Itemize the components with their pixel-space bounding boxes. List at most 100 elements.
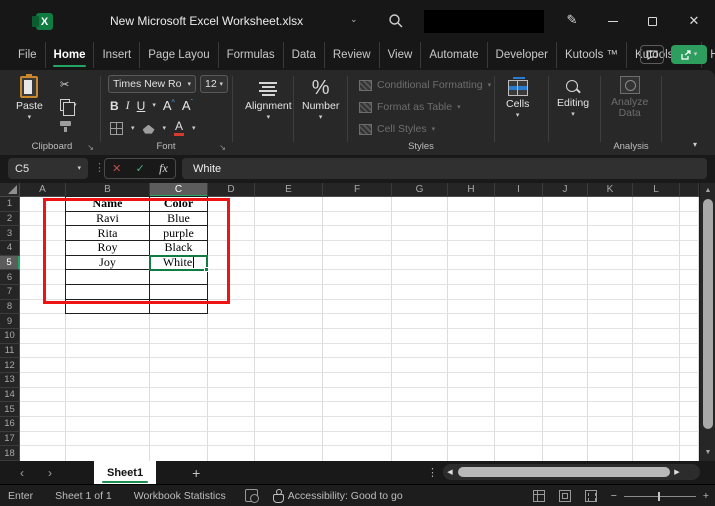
row-header-6[interactable]: 6 (0, 270, 20, 285)
table-cell[interactable]: Joy (66, 255, 150, 271)
row-header-14[interactable]: 14 (0, 387, 20, 403)
row-header-9[interactable]: 9 (0, 314, 20, 329)
menu-tab-formulas[interactable]: Formulas (219, 42, 284, 68)
scroll-right-icon[interactable]: ▶ (670, 468, 684, 476)
menu-tab-view[interactable]: View (380, 42, 422, 68)
table-cell[interactable]: Rita (66, 226, 150, 241)
row-header-11[interactable]: 11 (0, 343, 20, 359)
pen-icon[interactable]: ✎ (563, 12, 581, 30)
zoom-slider[interactable] (623, 491, 696, 501)
name-box[interactable]: C5 ▾ (8, 158, 88, 179)
table-cell[interactable]: Black (150, 240, 208, 256)
increase-font-button[interactable]: A^ (163, 98, 175, 113)
column-header-a[interactable]: A (20, 183, 66, 197)
fill-color-icon[interactable] (142, 124, 155, 134)
ribbon-collapse-chevron[interactable]: ▾ (693, 140, 697, 149)
underline-button[interactable]: U (137, 99, 146, 113)
alignment-button[interactable]: Alignment ▾ (245, 80, 292, 121)
row-header-3[interactable]: 3 (0, 226, 20, 241)
borders-icon[interactable] (110, 121, 123, 135)
analyze-data-button[interactable]: Analyze Data (611, 76, 648, 119)
sheet-tab-sheet1[interactable]: Sheet1 (94, 461, 157, 484)
row-header-16[interactable]: 16 (0, 417, 20, 432)
row-header-2[interactable]: 2 (0, 211, 20, 227)
row-header-17[interactable]: 17 (0, 431, 20, 447)
editing-button[interactable]: Editing ▾ (557, 79, 589, 118)
horizontal-scroll-thumb[interactable] (458, 467, 670, 477)
table-cell[interactable] (66, 299, 150, 315)
page-break-view-icon[interactable] (584, 490, 597, 502)
menu-tab-automate[interactable]: Automate (421, 42, 488, 68)
search-icon[interactable] (388, 13, 404, 29)
row-header-13[interactable]: 13 (0, 373, 20, 388)
column-header-c[interactable]: C (150, 183, 208, 197)
maximize-button[interactable] (634, 0, 670, 42)
bold-button[interactable]: B (110, 99, 119, 113)
share-button[interactable]: ▾ (671, 45, 707, 64)
close-button[interactable]: ✕ (676, 0, 712, 42)
format-painter-button[interactable] (60, 118, 77, 134)
column-header-k[interactable]: K (588, 183, 633, 197)
column-header-j[interactable]: J (543, 183, 588, 197)
menu-tab-kutools[interactable]: Kutools ™ (557, 42, 628, 68)
format-as-table-button[interactable]: Format as Table ▾ (359, 101, 461, 113)
menu-tab-data[interactable]: Data (284, 42, 325, 68)
column-header-partial[interactable] (680, 183, 699, 197)
table-cell[interactable] (150, 299, 208, 315)
active-cell-c5[interactable]: White (149, 254, 209, 273)
minimize-button[interactable] (595, 0, 631, 42)
horizontal-scrollbar[interactable]: ◀ ▶ (443, 464, 700, 480)
vertical-scroll-thumb[interactable] (703, 199, 713, 429)
row-header-18[interactable]: 18 (0, 446, 20, 461)
italic-button[interactable]: I (126, 98, 130, 113)
number-button[interactable]: % Number ▾ (302, 78, 339, 121)
normal-view-icon[interactable] (532, 490, 545, 502)
font-size-select[interactable]: 12 ▾ (200, 75, 228, 93)
row-header-10[interactable]: 10 (0, 329, 20, 344)
table-cell[interactable]: Color (150, 196, 208, 212)
conditional-formatting-button[interactable]: Conditional Formatting ▾ (359, 79, 491, 91)
sheet-count[interactable]: Sheet 1 of 1 (44, 490, 123, 502)
column-header-b[interactable]: B (66, 183, 150, 197)
paste-button[interactable]: Paste ▾ (16, 74, 43, 121)
copy-button[interactable]: ▾ (60, 97, 77, 116)
insert-function-icon[interactable]: fx (159, 161, 168, 176)
title-dropdown-chevron[interactable]: ⌄ (350, 14, 358, 25)
column-header-f[interactable]: F (323, 183, 392, 197)
row-header-7[interactable]: 7 (0, 285, 20, 300)
workbook-statistics[interactable]: Workbook Statistics (123, 490, 237, 502)
column-header-h[interactable]: H (448, 183, 495, 197)
zoom-slider-handle[interactable] (657, 491, 660, 501)
menu-tab-insert[interactable]: Insert (94, 42, 141, 68)
row-header-12[interactable]: 12 (0, 358, 20, 373)
cut-button[interactable]: ✂ (60, 76, 77, 92)
page-layout-view-icon[interactable] (558, 490, 571, 502)
row-header-5[interactable]: 5 (0, 255, 20, 271)
menu-tab-developer[interactable]: Developer (488, 42, 557, 68)
row-header-4[interactable]: 4 (0, 241, 20, 256)
menu-tab-page-layou[interactable]: Page Layou (140, 42, 219, 68)
vertical-scrollbar[interactable]: ▲ ▼ (699, 183, 715, 461)
cancel-icon[interactable]: ✕ (112, 162, 121, 175)
table-cell[interactable]: Name (66, 196, 150, 212)
row-header-8[interactable]: 8 (0, 299, 20, 315)
next-sheet-icon[interactable]: › (42, 466, 58, 480)
column-header-e[interactable]: E (255, 183, 323, 197)
menu-tab-home[interactable]: Home (46, 42, 95, 68)
decrease-font-button[interactable]: Aˇ (182, 98, 193, 113)
table-cell[interactable] (150, 285, 208, 300)
workbook-statistics-icon[interactable] (244, 489, 259, 503)
scroll-down-icon[interactable]: ▼ (700, 446, 715, 459)
select-all-corner[interactable] (0, 183, 20, 197)
zoom-out-button[interactable]: − (611, 490, 617, 502)
zoom-in-button[interactable]: + (703, 490, 709, 502)
cells-button[interactable]: Cells ▾ (506, 77, 529, 119)
table-cell[interactable]: Ravi (66, 211, 150, 227)
clipboard-dialog-launcher[interactable]: ↘ (87, 143, 94, 152)
comments-button[interactable] (640, 45, 664, 64)
column-header-d[interactable]: D (208, 183, 255, 197)
prev-sheet-icon[interactable]: ‹ (14, 466, 30, 480)
table-cell[interactable] (66, 270, 150, 285)
row-header-15[interactable]: 15 (0, 402, 20, 417)
font-name-select[interactable]: Times New Ro ▾ (108, 75, 196, 93)
